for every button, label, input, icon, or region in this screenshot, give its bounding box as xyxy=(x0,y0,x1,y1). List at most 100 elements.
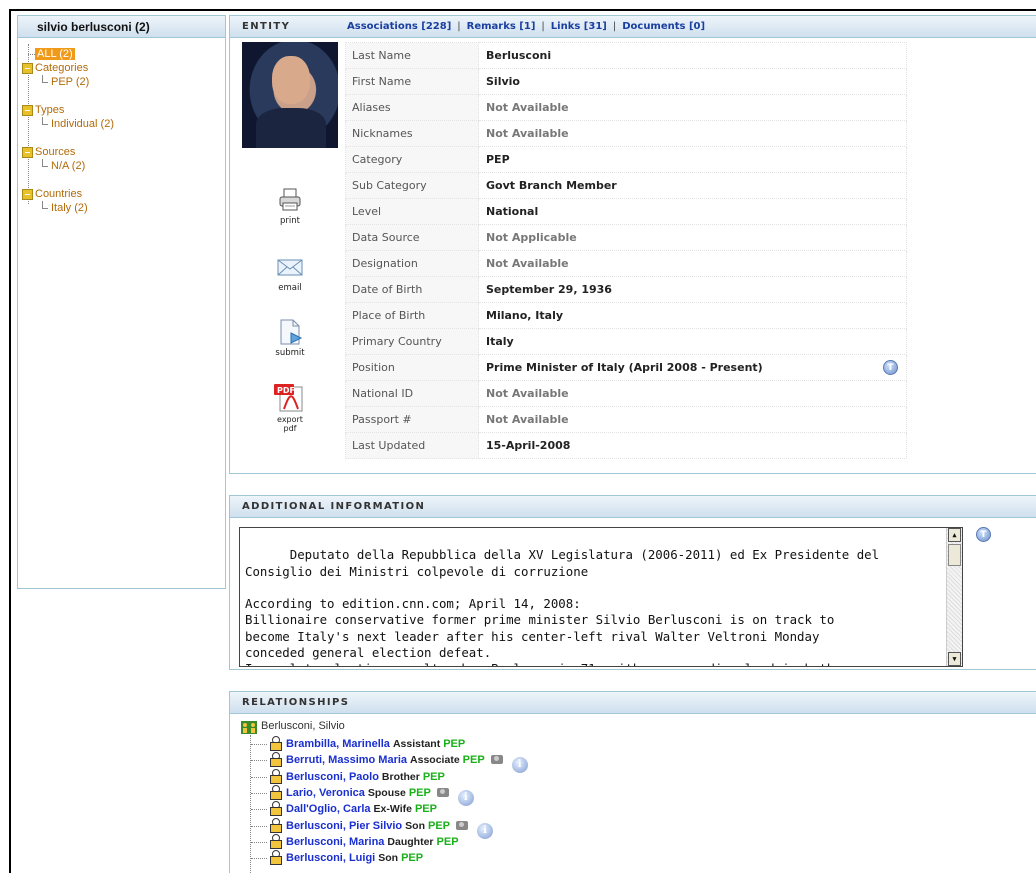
tab-documents[interactable]: Documents [0] xyxy=(622,21,705,32)
detail-value: Not Available xyxy=(478,94,907,121)
email-button[interactable]: email xyxy=(270,254,310,293)
detail-value-text: Not Available xyxy=(486,101,569,114)
detail-value-text: 15-April-2008 xyxy=(486,439,571,452)
detail-label: Last Name xyxy=(345,42,479,69)
tree-line xyxy=(251,858,267,860)
submit-button[interactable]: submit xyxy=(270,319,310,358)
additional-info-section: ADDITIONAL INFORMATION Deputato della Re… xyxy=(229,495,1036,670)
tree-node-countries[interactable]: Countries xyxy=(35,188,82,200)
tab-separator: | xyxy=(541,21,545,32)
relationship-item: Berlusconi, Marina Daughter PEP xyxy=(269,833,459,850)
relationship-name-link[interactable]: Berlusconi, Marina xyxy=(286,836,384,848)
translate-icon[interactable]: T xyxy=(883,360,898,375)
relationship-name-link[interactable]: Berruti, Massimo Maria xyxy=(286,754,407,766)
tree-node-categories[interactable]: Categories xyxy=(35,62,88,74)
tree-node-sources[interactable]: Sources xyxy=(35,146,75,158)
relationship-root[interactable]: Berlusconi, Silvio xyxy=(241,720,345,736)
relationship-type: Assistant xyxy=(392,738,441,750)
person-icon xyxy=(269,801,282,817)
detail-row: Level National xyxy=(345,198,907,225)
person-icon xyxy=(269,817,282,833)
info-icon[interactable]: i xyxy=(477,822,494,839)
tree-line xyxy=(251,792,267,794)
info-icon[interactable]: i xyxy=(457,789,474,806)
tree-node-types[interactable]: Types xyxy=(35,104,64,116)
additional-info-text: Deputato della Repubblica della XV Legis… xyxy=(245,547,880,666)
pep-tag: PEP xyxy=(401,852,424,865)
pep-tag: PEP xyxy=(436,835,459,848)
tree-node-na[interactable]: N/A (2) xyxy=(51,160,85,172)
detail-row: Last Name Berlusconi xyxy=(345,42,907,69)
translate-icon[interactable]: T xyxy=(976,527,991,542)
detail-label: National ID xyxy=(345,380,479,407)
tree-node-pep[interactable]: PEP (2) xyxy=(51,76,89,88)
print-button[interactable]: print xyxy=(270,187,310,226)
detail-label: Passport # xyxy=(345,406,479,433)
envelope-icon xyxy=(277,254,303,280)
tab-remarks[interactable]: Remarks [1] xyxy=(467,21,536,32)
detail-label: Date of Birth xyxy=(345,276,479,303)
tab-associations[interactable]: Associations [228] xyxy=(347,21,451,32)
svg-text:PDF: PDF xyxy=(277,386,295,395)
detail-row: Position Prime Minister of Italy (April 2… xyxy=(345,354,907,381)
collapse-icon[interactable] xyxy=(22,105,33,116)
tab-separator: | xyxy=(612,21,617,32)
detail-value: PEP xyxy=(478,146,907,173)
tree-node-all[interactable]: ALL (2) xyxy=(35,48,75,60)
detail-value: Not Available xyxy=(478,250,907,277)
detail-row: Date of Birth September 29, 1936 xyxy=(345,276,907,303)
person-icon xyxy=(269,736,282,751)
detail-row: Category PEP xyxy=(345,146,907,173)
camera-icon[interactable] xyxy=(490,755,503,765)
detail-value-text: Not Available xyxy=(486,413,569,426)
textarea-scrollbar[interactable]: ▲ ▼ xyxy=(946,528,962,666)
tree-node-individual[interactable]: Individual (2) xyxy=(51,118,114,130)
relationship-name-link[interactable]: Lario, Veronica xyxy=(286,787,365,799)
detail-value-text: September 29, 1936 xyxy=(486,283,612,296)
tree-line xyxy=(251,841,267,843)
detail-value: Not Available xyxy=(478,406,907,433)
person-icon xyxy=(269,752,282,768)
relationships-tree: Berlusconi, Silvio Brambilla, Marinella A… xyxy=(241,720,528,873)
email-label: email xyxy=(278,283,302,293)
tab-links[interactable]: Links [31] xyxy=(551,21,607,32)
detail-row: First Name Silvio xyxy=(345,68,907,95)
relationship-name-link[interactable]: Berlusconi, Luigi xyxy=(286,852,375,864)
scroll-down-icon[interactable]: ▼ xyxy=(948,652,961,666)
relationship-name-link[interactable]: Berlusconi, Paolo xyxy=(286,771,379,783)
export-pdf-button[interactable]: PDF export pdf xyxy=(270,382,310,433)
filter-panel: silvio berlusconi (2) ALL (2) Categories… xyxy=(17,15,226,589)
relationship-type: Son xyxy=(405,819,425,832)
detail-label: Position xyxy=(345,354,479,381)
tree-line xyxy=(251,809,267,811)
camera-icon[interactable] xyxy=(436,787,449,797)
relationship-type: Brother xyxy=(381,770,420,783)
additional-info-textarea[interactable]: Deputato della Repubblica della XV Legis… xyxy=(239,527,963,667)
detail-label: Primary Country xyxy=(345,328,479,355)
detail-value: Not Applicable xyxy=(478,224,907,251)
detail-label: Sub Category xyxy=(345,172,479,199)
tree-node-italy[interactable]: Italy (2) xyxy=(51,202,88,214)
relationship-type: Associate xyxy=(410,754,460,767)
detail-label: Level xyxy=(345,198,479,225)
pep-tag: PEP xyxy=(408,786,431,799)
scroll-thumb[interactable] xyxy=(948,544,961,566)
tree-line xyxy=(251,744,267,745)
collapse-icon[interactable] xyxy=(22,147,33,158)
detail-row: Data Source Not Applicable xyxy=(345,224,907,251)
relationship-name-link[interactable]: Dall'Oglio, Carla xyxy=(286,803,371,815)
relationship-type: Son xyxy=(378,852,399,865)
info-icon[interactable]: i xyxy=(511,757,528,774)
detail-value: Not Available xyxy=(478,380,907,407)
detail-value-text: Berlusconi xyxy=(486,49,552,62)
scroll-up-icon[interactable]: ▲ xyxy=(948,528,961,542)
camera-icon[interactable] xyxy=(456,820,469,830)
entity-tabs: Associations [228] | Remarks [1] | Links [31… xyxy=(347,21,705,32)
collapse-icon[interactable] xyxy=(22,189,33,200)
relationship-name-link[interactable]: Brambilla, Marinella xyxy=(286,738,390,750)
person-icon xyxy=(269,833,282,849)
detail-value-text: PEP xyxy=(486,153,510,166)
relationship-name-link[interactable]: Berlusconi, Pier Silvio xyxy=(286,820,402,832)
collapse-icon[interactable] xyxy=(22,63,33,74)
detail-row: Place of Birth Milano, Italy xyxy=(345,302,907,329)
